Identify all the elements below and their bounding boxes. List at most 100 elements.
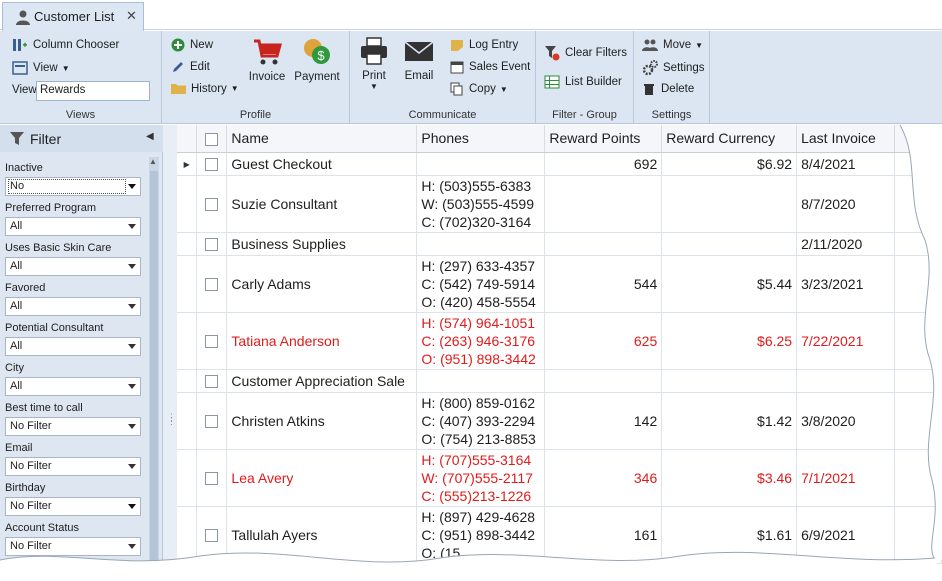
tab-customer-list[interactable]: Customer List ✕ — [2, 2, 144, 31]
chevron-down-icon: ▼ — [695, 40, 704, 50]
payment-button[interactable]: $ Payment — [294, 37, 340, 83]
filter-select-account-status[interactable]: No Filter — [5, 537, 141, 556]
sales-event-label: Sales Event — [469, 61, 531, 73]
cell-name: Tallulah Ayers — [226, 506, 418, 564]
filter-select-preferred-program[interactable]: All — [5, 217, 141, 236]
filter-label-city: City — [5, 362, 24, 374]
row-checkbox[interactable] — [205, 158, 219, 172]
row-checkbox-cell[interactable] — [196, 369, 228, 393]
view-dropdown-button[interactable]: View ▼ — [12, 61, 70, 75]
phone-number: O: (15 — [421, 544, 461, 561]
view-input[interactable]: Rewards — [36, 81, 150, 101]
new-label: New — [190, 39, 214, 51]
panel-splitter[interactable]: ⋮ ⋮ — [163, 125, 177, 581]
move-button[interactable]: Move ▼ — [642, 38, 703, 52]
print-button[interactable]: Print ▼ — [357, 36, 391, 91]
filter-select-best-time[interactable]: No Filter — [5, 417, 141, 436]
phone-number: C: (951) 898-3442 — [421, 526, 536, 543]
chevron-down-icon — [128, 224, 136, 229]
filter-value-favored: All — [10, 300, 23, 312]
column-chooser-icon — [13, 39, 27, 51]
column-header-reward-points[interactable]: Reward Points — [544, 125, 663, 153]
history-button[interactable]: History ▼ — [171, 82, 239, 95]
filter-select-potential-consultant[interactable]: All — [5, 337, 141, 356]
delete-button[interactable]: Delete — [642, 82, 694, 96]
chevron-down-icon — [128, 424, 136, 429]
column-header-phones[interactable]: Phones — [416, 125, 546, 153]
select-all-checkbox-cell[interactable] — [196, 125, 228, 153]
table-row[interactable]: Suzie Consultant H: (503)555-6383 W: (503)… — [177, 175, 942, 233]
table-row[interactable]: Business Supplies 2/11/2020 — [177, 232, 942, 256]
close-icon[interactable]: ✕ — [126, 8, 137, 24]
filter-value-email: No Filter — [10, 460, 52, 472]
clear-filters-button[interactable]: Clear Filters — [544, 45, 627, 61]
cell-reward-currency — [661, 175, 798, 233]
row-checkbox-cell[interactable] — [196, 506, 228, 564]
phone-number: C: (542) 749-5914 — [421, 275, 536, 292]
filter-label-basic-skin-care: Uses Basic Skin Care — [5, 242, 112, 254]
chevron-down-icon — [128, 504, 136, 509]
row-checkbox[interactable] — [205, 529, 219, 543]
cell-phones: H: (297) 633-4357 C: (542) 749-5914 O: (42… — [416, 255, 546, 313]
column-header-name[interactable]: Name — [226, 125, 418, 153]
filter-select-basic-skin-care[interactable]: All — [5, 257, 141, 276]
ribbon-group-filter: Clear Filters List Builder Filter - Grou… — [536, 31, 634, 124]
cell-phones — [416, 232, 546, 256]
row-checkbox[interactable] — [205, 198, 219, 212]
group-label-settings: Settings — [651, 109, 692, 121]
clear-filters-label: Clear Filters — [565, 47, 627, 59]
scroll-up-icon[interactable]: ▲ — [149, 157, 157, 166]
row-checkbox[interactable] — [205, 375, 219, 389]
select-all-checkbox[interactable] — [205, 133, 219, 147]
filter-select-favored[interactable]: All — [5, 297, 141, 316]
table-row[interactable]: Tatiana Anderson H: (574) 964-1051 C: (263… — [177, 312, 942, 370]
tab-title: Customer List — [34, 9, 115, 24]
cell-phones: H: (800) 859-0162 C: (407) 393-2294 O: (75… — [416, 392, 546, 450]
row-checkbox-cell[interactable] — [196, 449, 228, 507]
new-button[interactable]: New — [171, 38, 213, 52]
filter-select-inactive[interactable]: No — [5, 177, 141, 196]
row-checkbox[interactable] — [205, 472, 219, 486]
collapse-panel-icon[interactable]: ◀ — [146, 131, 154, 142]
column-header-last-invoice[interactable]: Last Invoice — [796, 125, 896, 153]
row-checkbox-cell[interactable] — [196, 175, 228, 233]
row-checkbox[interactable] — [205, 415, 219, 429]
filter-select-birthday[interactable]: No Filter — [5, 497, 141, 516]
ribbon-group-views: Column Chooser View ▼ View Rewards Views — [0, 31, 162, 124]
invoice-button[interactable]: Invoice — [248, 37, 286, 83]
row-checkbox[interactable] — [205, 238, 219, 252]
row-checkbox[interactable] — [205, 335, 219, 349]
filter-select-email[interactable]: No Filter — [5, 457, 141, 476]
people-icon — [642, 39, 658, 51]
email-button[interactable]: Email — [400, 36, 438, 82]
filter-scrollbar[interactable]: ▲ — [149, 157, 159, 581]
row-checkbox-cell[interactable] — [196, 232, 228, 256]
log-entry-button[interactable]: Log Entry — [450, 38, 518, 52]
row-checkbox-cell[interactable] — [196, 255, 228, 313]
filter-select-city[interactable]: All — [5, 377, 141, 396]
copy-button[interactable]: Copy ▼ — [450, 82, 508, 96]
table-row[interactable]: Carly Adams H: (297) 633-4357 C: (542) 749… — [177, 255, 942, 313]
edit-button[interactable]: Edit — [171, 60, 210, 74]
table-row[interactable]: ▶ Guest Checkout 692 $6.92 8/4/2021 — [177, 152, 942, 176]
table-row[interactable]: Customer Appreciation Sale — [177, 369, 942, 393]
column-chooser-button[interactable]: Column Chooser — [12, 38, 119, 52]
table-row[interactable]: Lea Avery H: (707)555-3164 W: (707)555-211… — [177, 449, 942, 507]
row-checkbox-cell[interactable] — [196, 152, 228, 176]
invoice-label: Invoice — [248, 71, 286, 83]
row-checkbox-cell[interactable] — [196, 312, 228, 370]
cell-name: Guest Checkout — [226, 152, 418, 176]
column-header-reward-currency[interactable]: Reward Currency — [661, 125, 798, 153]
row-checkbox-cell[interactable] — [196, 392, 228, 450]
sales-event-button[interactable]: Sales Event — [450, 60, 530, 74]
table-row[interactable]: Christen Atkins H: (800) 859-0162 C: (407)… — [177, 392, 942, 450]
row-indicator — [177, 392, 198, 450]
filter-value-city: All — [10, 380, 23, 392]
list-builder-button[interactable]: List Builder — [544, 75, 622, 89]
settings-button[interactable]: Settings — [642, 60, 705, 76]
email-label: Email — [404, 70, 434, 82]
current-row-arrow-icon: ▶ — [183, 160, 190, 169]
scrollbar-thumb[interactable] — [150, 171, 158, 581]
row-checkbox[interactable] — [205, 278, 219, 292]
table-row[interactable]: Tallulah Ayers H: (897) 429-4628 C: (951) … — [177, 506, 942, 564]
